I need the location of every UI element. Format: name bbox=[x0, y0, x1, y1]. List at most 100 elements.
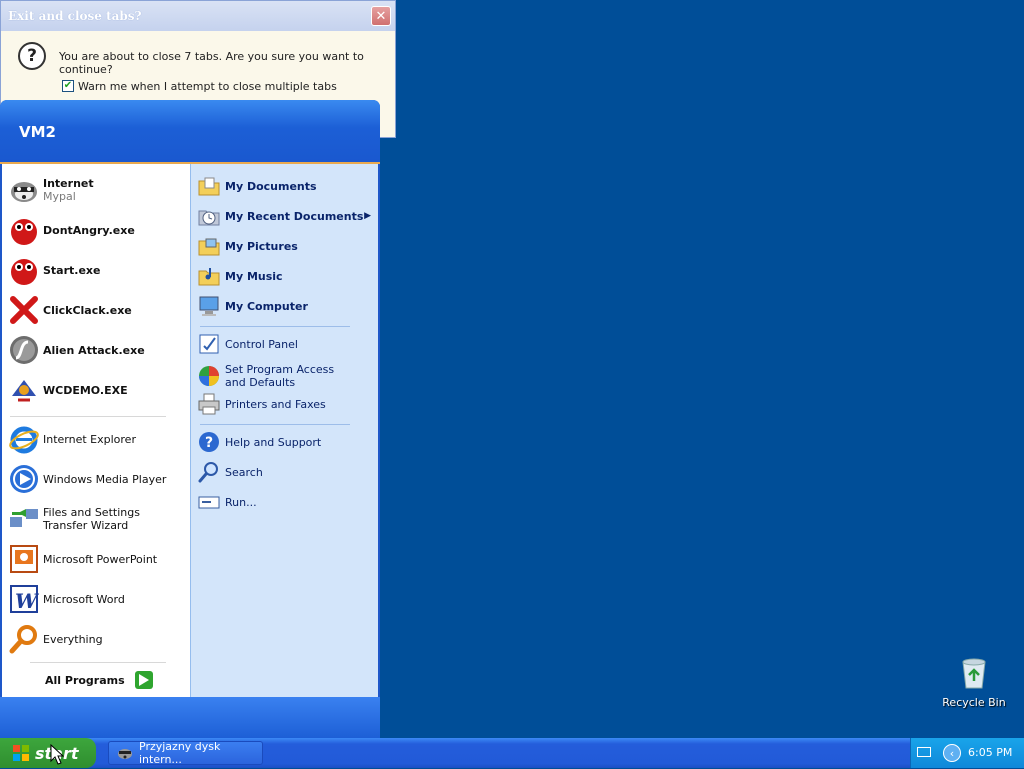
warn-checkbox-label[interactable]: Warn me when I attempt to close multiple… bbox=[78, 80, 337, 93]
control-panel-icon bbox=[197, 332, 221, 356]
dialog-message: You are about to close 7 tabs. Are you s… bbox=[59, 50, 364, 76]
place-my-pictures[interactable]: My Pictures bbox=[197, 234, 375, 258]
place-program-defaults[interactable]: Set Program Access and Defaults bbox=[197, 361, 375, 391]
submenu-arrow-icon: ▶ bbox=[364, 211, 371, 221]
program-everything[interactable]: Everything bbox=[8, 621, 184, 657]
start-menu: VM2 Internet Mypal DontAngry.exe Start.ex… bbox=[0, 100, 380, 738]
folder-pictures-icon bbox=[197, 234, 221, 258]
program-defaults-icon bbox=[197, 364, 221, 388]
place-label: Printers and Faxes bbox=[225, 397, 326, 411]
place-label: Search bbox=[225, 465, 263, 479]
keyboard-icon[interactable] bbox=[917, 747, 931, 757]
program-wcdemo[interactable]: WCDEMO.EXE bbox=[8, 372, 184, 408]
clock[interactable]: 6:05 PM bbox=[968, 746, 1012, 759]
menu-separator bbox=[30, 662, 166, 663]
program-internet-explorer[interactable]: Internet Explorer bbox=[8, 421, 184, 457]
program-internet[interactable]: Internet Mypal bbox=[8, 172, 184, 208]
recycle-bin-label: Recycle Bin bbox=[942, 696, 1006, 709]
dialog-titlebar[interactable]: Exit and close tabs? ✕ bbox=[1, 1, 395, 31]
media-player-icon bbox=[8, 463, 40, 495]
program-dontangry[interactable]: DontAngry.exe bbox=[8, 212, 184, 248]
user-name: VM2 bbox=[19, 123, 56, 141]
program-label: DontAngry.exe bbox=[43, 223, 135, 237]
internet-explorer-icon bbox=[8, 423, 40, 455]
folder-documents-icon bbox=[197, 174, 221, 198]
place-label: My Computer bbox=[225, 299, 308, 313]
program-word[interactable]: W Microsoft Word bbox=[8, 581, 184, 617]
close-icon[interactable]: ✕ bbox=[371, 6, 391, 26]
system-tray: ‹ 6:05 PM bbox=[910, 738, 1024, 768]
red-ball-icon bbox=[8, 214, 40, 246]
program-label: ClickClack.exe bbox=[43, 303, 132, 317]
recent-documents-icon bbox=[197, 204, 221, 228]
run-icon bbox=[197, 490, 221, 514]
program-powerpoint[interactable]: Microsoft PowerPoint bbox=[8, 541, 184, 577]
program-label: Windows Media Player bbox=[43, 472, 167, 486]
place-label: My Music bbox=[225, 269, 283, 283]
bird-icon bbox=[8, 374, 40, 406]
windows-logo-icon bbox=[12, 744, 30, 762]
red-ball-icon bbox=[8, 254, 40, 286]
program-label: Alien Attack.exe bbox=[43, 343, 145, 357]
program-label: WCDEMO.EXE bbox=[43, 383, 128, 397]
program-label: Microsoft PowerPoint bbox=[43, 552, 158, 566]
program-label: Start.exe bbox=[43, 263, 101, 277]
raccoon-icon bbox=[8, 174, 40, 206]
dialog-title: Exit and close tabs? bbox=[8, 9, 142, 23]
place-search[interactable]: Search bbox=[197, 460, 375, 484]
place-control-panel[interactable]: Control Panel bbox=[197, 332, 375, 356]
place-label: Run... bbox=[225, 495, 257, 509]
place-label: Set Program Access and Defaults bbox=[225, 363, 335, 389]
raccoon-icon bbox=[117, 745, 133, 761]
place-printers[interactable]: Printers and Faxes bbox=[197, 392, 375, 416]
magnifier-icon bbox=[8, 623, 40, 655]
all-programs-button[interactable]: All Programs bbox=[45, 671, 153, 689]
taskbar-item-browser[interactable]: Przyjazny dysk intern... bbox=[108, 740, 263, 766]
warn-checkbox[interactable]: ✔ bbox=[62, 80, 74, 92]
place-label: My Recent Documents bbox=[225, 209, 364, 223]
start-button[interactable]: start bbox=[0, 738, 96, 768]
mouse-cursor-icon bbox=[50, 743, 65, 769]
program-label: Internet Mypal bbox=[43, 177, 94, 203]
program-sublabel: Mypal bbox=[43, 190, 76, 203]
svg-text:?: ? bbox=[205, 435, 213, 451]
program-media-player[interactable]: Windows Media Player bbox=[8, 461, 184, 497]
start-menu-header: VM2 bbox=[0, 100, 380, 164]
transfer-wizard-icon bbox=[8, 503, 40, 535]
place-help-support[interactable]: ? Help and Support bbox=[197, 430, 375, 454]
place-label: Control Panel bbox=[225, 337, 298, 351]
place-label: Help and Support bbox=[225, 435, 322, 449]
place-label: My Documents bbox=[225, 179, 317, 193]
place-recent-documents[interactable]: My Recent Documents ▶ bbox=[197, 204, 375, 228]
menu-separator bbox=[200, 424, 350, 425]
place-my-documents[interactable]: My Documents bbox=[197, 174, 375, 198]
program-transfer-wizard[interactable]: Files and Settings Transfer Wizard bbox=[8, 501, 184, 537]
recycle-bin[interactable]: Recycle Bin bbox=[940, 656, 1008, 709]
recycle-bin-icon bbox=[958, 658, 990, 693]
arrow-right-icon bbox=[134, 671, 153, 689]
program-start-exe[interactable]: Start.exe bbox=[8, 252, 184, 288]
taskbar: start Przyjazny dysk intern... ‹ 6:05 PM bbox=[0, 738, 1024, 768]
computer-icon bbox=[197, 294, 221, 318]
folder-music-icon bbox=[197, 264, 221, 288]
program-alien-attack[interactable]: Alien Attack.exe bbox=[8, 332, 184, 368]
tray-expand-icon[interactable]: ‹ bbox=[943, 744, 961, 762]
menu-separator bbox=[10, 416, 166, 417]
all-programs-label: All Programs bbox=[45, 673, 125, 687]
printer-icon bbox=[197, 392, 221, 416]
program-label: Microsoft Word bbox=[43, 592, 125, 606]
search-icon bbox=[197, 460, 221, 484]
place-label: My Pictures bbox=[225, 239, 298, 253]
question-icon: ? bbox=[18, 42, 46, 70]
word-icon: W bbox=[8, 583, 40, 615]
taskbar-item-label: Przyjazny dysk intern... bbox=[139, 740, 221, 766]
place-my-music[interactable]: My Music bbox=[197, 264, 375, 288]
flash-icon bbox=[8, 334, 40, 366]
program-label: Internet Explorer bbox=[43, 432, 136, 446]
start-menu-footer bbox=[0, 697, 380, 738]
program-clickclack[interactable]: ClickClack.exe bbox=[8, 292, 184, 328]
place-run[interactable]: Run... bbox=[197, 490, 375, 514]
powerpoint-icon bbox=[8, 543, 40, 575]
svg-text:W: W bbox=[15, 589, 40, 613]
place-my-computer[interactable]: My Computer bbox=[197, 294, 375, 318]
